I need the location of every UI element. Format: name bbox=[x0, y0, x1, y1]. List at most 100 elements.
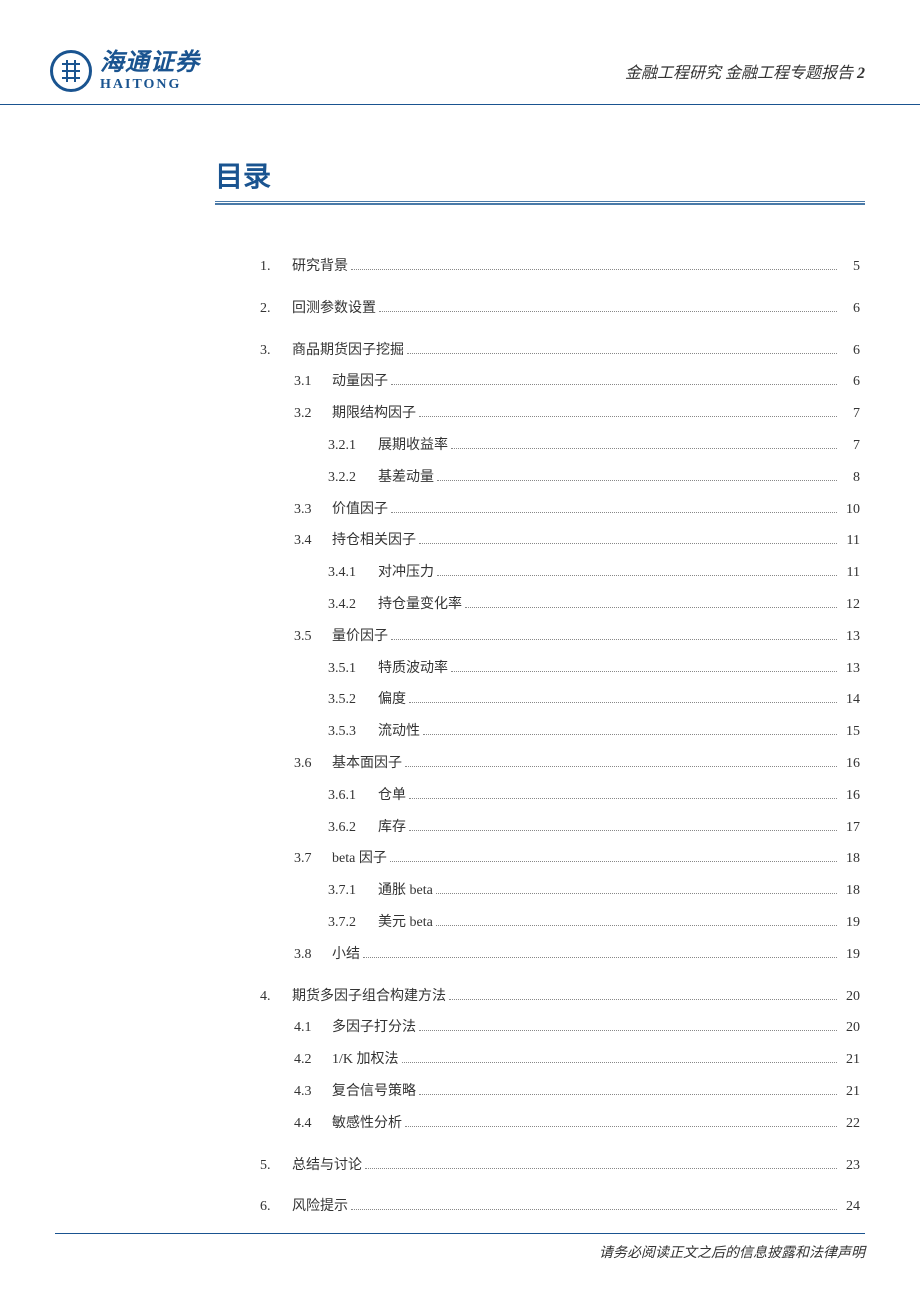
toc-entry-number: 4.4 bbox=[294, 1112, 332, 1136]
brand-text: 海通证券 HAITONG bbox=[100, 50, 200, 92]
table-of-contents: 1.研究背景52.回测参数设置63.商品期货因子挖掘63.1动量因子63.2期限… bbox=[260, 255, 860, 1219]
toc-entry-label: 敏感性分析 bbox=[332, 1112, 402, 1136]
header-subtitle-number: 2 bbox=[857, 65, 865, 82]
toc-entry-leader bbox=[419, 1030, 837, 1031]
toc-entry-number: 3.5.3 bbox=[328, 720, 378, 744]
toc-entry-label: 流动性 bbox=[378, 720, 420, 744]
toc-entry-label: 1/K 加权法 bbox=[332, 1048, 399, 1072]
toc-entry-leader bbox=[423, 734, 837, 735]
toc-entry-label: 通胀 beta bbox=[378, 879, 433, 903]
toc-entry[interactable]: 3.6基本面因子 16 bbox=[260, 752, 860, 776]
toc-entry[interactable]: 3.5.3流动性15 bbox=[260, 720, 860, 744]
toc-entry[interactable]: 4.3复合信号策略21 bbox=[260, 1080, 860, 1104]
toc-entry-leader bbox=[419, 543, 837, 544]
toc-entry-page: 23 bbox=[840, 1154, 860, 1178]
toc-entry-page: 10 bbox=[840, 498, 860, 522]
toc-entry[interactable]: 5.总结与讨论23 bbox=[260, 1154, 860, 1178]
toc-entry-label: beta 因子 bbox=[332, 847, 387, 871]
toc-entry[interactable]: 3.5.2偏度 14 bbox=[260, 688, 860, 712]
toc-entry-leader bbox=[451, 448, 837, 449]
footer-disclaimer: 请务必阅读正文之后的信息披露和法律声明 bbox=[55, 1233, 865, 1262]
toc-entry-number: 3.2.2 bbox=[328, 466, 378, 490]
toc-entry[interactable]: 3.4.2持仓量变化率 12 bbox=[260, 593, 860, 617]
toc-entry[interactable]: 3.5量价因子13 bbox=[260, 625, 860, 649]
toc-entry[interactable]: 3.4.1对冲压力 11 bbox=[260, 561, 860, 585]
toc-entry-label: 研究背景 bbox=[292, 255, 348, 279]
brand-name-cn: 海通证券 bbox=[100, 50, 200, 76]
toc-entry-label: 特质波动率 bbox=[378, 657, 448, 681]
toc-entry-number: 3.2.1 bbox=[328, 434, 378, 458]
toc-entry-label: 库存 bbox=[378, 816, 406, 840]
toc-entry[interactable]: 3.6.2库存 17 bbox=[260, 816, 860, 840]
toc-entry[interactable]: 2.回测参数设置6 bbox=[260, 297, 860, 321]
toc-entry-page: 13 bbox=[840, 657, 860, 681]
title-section: 目录 bbox=[215, 155, 865, 205]
toc-entry[interactable]: 3.1动量因子6 bbox=[260, 370, 860, 394]
toc-entry-page: 6 bbox=[840, 297, 860, 321]
toc-entry[interactable]: 3.6.1仓单16 bbox=[260, 784, 860, 808]
toc-entry-label: 对冲压力 bbox=[378, 561, 434, 585]
toc-entry-leader bbox=[351, 269, 837, 270]
toc-entry-page: 21 bbox=[840, 1048, 860, 1072]
toc-entry[interactable]: 1.研究背景5 bbox=[260, 255, 860, 279]
toc-entry-page: 6 bbox=[840, 370, 860, 394]
toc-entry-number: 3. bbox=[260, 339, 292, 363]
toc-entry-label: 价值因子 bbox=[332, 498, 388, 522]
toc-entry-page: 22 bbox=[840, 1112, 860, 1136]
toc-entry-label: 动量因子 bbox=[332, 370, 388, 394]
toc-entry-number: 2. bbox=[260, 297, 292, 321]
toc-entry[interactable]: 3.7beta 因子18 bbox=[260, 847, 860, 871]
toc-entry-number: 3.6 bbox=[294, 752, 332, 776]
toc-entry[interactable]: 3.8小结19 bbox=[260, 943, 860, 967]
toc-entry-leader bbox=[419, 416, 837, 417]
toc-entry[interactable]: 4.期货多因子组合构建方法20 bbox=[260, 985, 860, 1009]
toc-entry[interactable]: 3.商品期货因子挖掘6 bbox=[260, 339, 860, 363]
toc-entry[interactable]: 3.2.2基差动量8 bbox=[260, 466, 860, 490]
toc-entry-page: 13 bbox=[840, 625, 860, 649]
toc-entry[interactable]: 3.2.1展期收益率7 bbox=[260, 434, 860, 458]
toc-entry-label: 总结与讨论 bbox=[292, 1154, 362, 1178]
title-underline bbox=[215, 201, 865, 205]
toc-entry-page: 16 bbox=[840, 752, 860, 776]
toc-entry-label: 基本面因子 bbox=[332, 752, 402, 776]
toc-entry-page: 14 bbox=[840, 688, 860, 712]
header-subtitle-text: 金融工程研究 金融工程专题报告 bbox=[625, 65, 853, 82]
toc-entry-number: 3.5.2 bbox=[328, 688, 378, 712]
toc-entry[interactable]: 4.4敏感性分析 22 bbox=[260, 1112, 860, 1136]
toc-entry-leader bbox=[449, 999, 837, 1000]
toc-entry-page: 11 bbox=[840, 561, 860, 585]
toc-entry-number: 3.6.1 bbox=[328, 784, 378, 808]
toc-entry-page: 20 bbox=[840, 985, 860, 1009]
toc-entry-leader bbox=[379, 311, 837, 312]
toc-entry-number: 4. bbox=[260, 985, 292, 1009]
toc-entry[interactable]: 3.2期限结构因子7 bbox=[260, 402, 860, 426]
toc-entry[interactable]: 3.3价值因子10 bbox=[260, 498, 860, 522]
brand-name-en: HAITONG bbox=[100, 77, 200, 92]
toc-entry-leader bbox=[402, 1062, 838, 1063]
toc-entry-number: 3.4.1 bbox=[328, 561, 378, 585]
toc-entry-page: 19 bbox=[840, 911, 860, 935]
toc-entry[interactable]: 6.风险提示24 bbox=[260, 1195, 860, 1219]
toc-entry[interactable]: 3.5.1特质波动率13 bbox=[260, 657, 860, 681]
toc-entry-leader bbox=[437, 480, 837, 481]
toc-entry[interactable]: 3.4持仓相关因子11 bbox=[260, 529, 860, 553]
toc-entry-number: 3.6.2 bbox=[328, 816, 378, 840]
toc-entry-page: 12 bbox=[840, 593, 860, 617]
toc-entry[interactable]: 3.7.1通胀 beta18 bbox=[260, 879, 860, 903]
toc-entry-label: 偏度 bbox=[378, 688, 406, 712]
toc-entry-page: 5 bbox=[840, 255, 860, 279]
toc-entry[interactable]: 4.1多因子打分法20 bbox=[260, 1016, 860, 1040]
toc-entry-leader bbox=[409, 702, 837, 703]
toc-entry[interactable]: 4.21/K 加权法21 bbox=[260, 1048, 860, 1072]
toc-entry-number: 3.5 bbox=[294, 625, 332, 649]
toc-entry-number: 3.4.2 bbox=[328, 593, 378, 617]
toc-entry-label: 复合信号策略 bbox=[332, 1080, 416, 1104]
toc-entry-leader bbox=[409, 830, 837, 831]
toc-entry-leader bbox=[436, 893, 837, 894]
toc-entry-page: 17 bbox=[840, 816, 860, 840]
toc-entry-label: 持仓量变化率 bbox=[378, 593, 462, 617]
toc-entry-leader bbox=[436, 925, 837, 926]
toc-entry-page: 8 bbox=[840, 466, 860, 490]
toc-entry[interactable]: 3.7.2美元 beta19 bbox=[260, 911, 860, 935]
toc-entry-number: 3.7.2 bbox=[328, 911, 378, 935]
